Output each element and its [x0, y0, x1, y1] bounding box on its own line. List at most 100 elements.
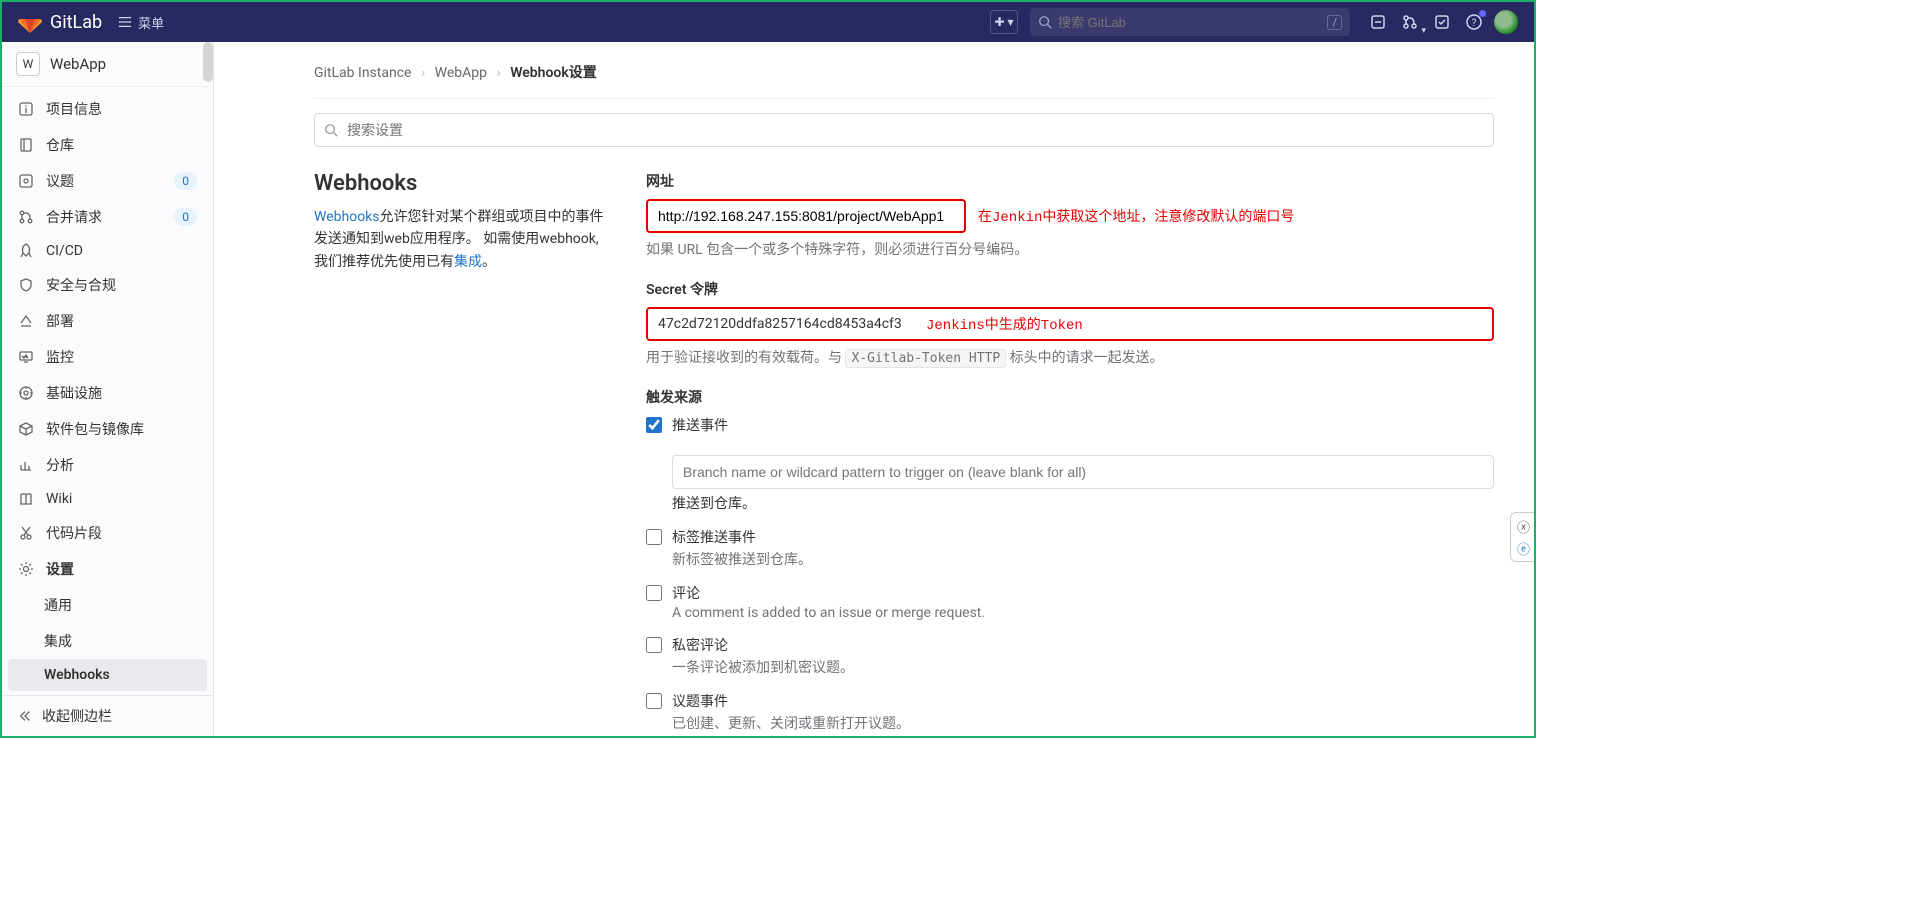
- wiki-icon: [18, 491, 34, 507]
- help-icon[interactable]: ?: [1458, 6, 1490, 38]
- sidebar-item-infra[interactable]: 基础设施: [2, 375, 213, 411]
- breadcrumb-item[interactable]: WebApp: [435, 65, 487, 81]
- chevron-down-icon: ▾: [1008, 15, 1014, 29]
- sidebar-item-package[interactable]: 软件包与镜像库: [2, 411, 213, 447]
- project-header[interactable]: W WebApp: [2, 42, 213, 87]
- merge-shortcut-icon[interactable]: ▾: [1394, 6, 1426, 38]
- breadcrumb-item[interactable]: GitLab Instance: [314, 65, 411, 81]
- trigger-checkbox[interactable]: [646, 529, 662, 545]
- trigger-checkbox[interactable]: [646, 417, 662, 433]
- snippets-icon: [18, 525, 34, 541]
- sidebar-subitem[interactable]: 通用: [2, 587, 213, 623]
- sidebar-item-label: 部署: [46, 311, 74, 331]
- trigger-checkbox[interactable]: [646, 637, 662, 653]
- sidebar-item-shield[interactable]: 安全与合规: [2, 267, 213, 303]
- trigger-desc: A comment is added to an issue or merge …: [672, 605, 985, 621]
- floating-widget[interactable]: ⓧ ⓔ: [1510, 512, 1534, 562]
- topbar: GitLab 菜单 ✚▾ / ▾ ?: [2, 2, 1534, 42]
- sidebar-item-label: 代码片段: [46, 523, 102, 543]
- merge-icon: [18, 209, 34, 225]
- deploy-icon: [18, 313, 34, 329]
- url-label: 网址: [646, 171, 1494, 191]
- trigger-label: 议题事件: [672, 691, 910, 711]
- trigger-desc: 新标签被推送到仓库。: [672, 549, 812, 569]
- url-help: 如果 URL 包含一个或多个特殊字符，则必须进行百分号编码。: [646, 239, 1494, 259]
- search-settings-input[interactable]: [314, 113, 1494, 147]
- rocket-icon: [18, 243, 34, 259]
- trigger-label: 触发来源: [646, 387, 1494, 407]
- todos-icon[interactable]: [1426, 6, 1458, 38]
- menu-button[interactable]: 菜单: [118, 13, 164, 32]
- plus-icon: ✚: [994, 15, 1004, 29]
- section-title: Webhooks: [314, 171, 614, 196]
- analytics-icon: [18, 457, 34, 473]
- issues-shortcut-icon[interactable]: [1362, 6, 1394, 38]
- project-avatar: W: [16, 52, 40, 76]
- sidebar-item-label: CI/CD: [46, 243, 83, 259]
- sidebar-item-label: 仓库: [46, 135, 74, 155]
- global-search[interactable]: /: [1030, 8, 1350, 36]
- section-description: Webhooks允许您针对某个群组或项目中的事件发送通知到web应用程序。 如需…: [314, 206, 614, 273]
- sidebar-item-monitor[interactable]: 监控: [2, 339, 213, 375]
- sidebar-item-repo[interactable]: 仓库: [2, 127, 213, 163]
- sidebar-item-label: 议题: [46, 171, 74, 191]
- sidebar-subitem[interactable]: Webhooks: [8, 659, 207, 691]
- sidebar-item-issues[interactable]: 议题0: [2, 163, 213, 199]
- search-icon: [1038, 15, 1052, 29]
- trigger-row: 议题事件已创建、更新、关闭或重新打开议题。: [646, 691, 1494, 733]
- user-avatar[interactable]: [1494, 10, 1518, 34]
- secret-label: Secret 令牌: [646, 279, 1494, 299]
- sidebar-item-snippets[interactable]: 代码片段: [2, 515, 213, 551]
- trigger-checkbox[interactable]: [646, 693, 662, 709]
- package-icon: [18, 421, 34, 437]
- breadcrumb-current: Webhook设置: [510, 65, 597, 81]
- collapse-sidebar-button[interactable]: 收起侧边栏: [2, 695, 213, 736]
- issues-icon: [18, 173, 34, 189]
- trigger-desc: 已创建、更新、关闭或重新打开议题。: [672, 713, 910, 733]
- trigger-row: 评论A comment is added to an issue or merg…: [646, 583, 1494, 621]
- gitlab-logo[interactable]: GitLab: [18, 10, 102, 34]
- sidebar-item-deploy[interactable]: 部署: [2, 303, 213, 339]
- url-annotation: 在Jenkin中获取这个地址，注意修改默认的端口号: [978, 206, 1294, 226]
- trigger-desc: 一条评论被添加到机密议题。: [672, 657, 854, 677]
- sidebar-item-label: 监控: [46, 347, 74, 367]
- trigger-checkbox[interactable]: [646, 585, 662, 601]
- shield-icon: [18, 277, 34, 293]
- monitor-icon: [18, 349, 34, 365]
- trigger-label: 私密评论: [672, 635, 854, 655]
- trigger-row: 标签推送事件新标签被推送到仓库。: [646, 527, 1494, 569]
- sidebar-item-label: 安全与合规: [46, 275, 116, 295]
- count-badge: 0: [174, 208, 197, 226]
- secret-value: 47c2d72120ddfa8257164cd8453a4cf3: [658, 316, 902, 332]
- tanuki-icon: [18, 10, 42, 34]
- svg-text:?: ?: [1472, 18, 1477, 29]
- sidebar-subitem[interactable]: 集成: [2, 623, 213, 659]
- webhooks-link[interactable]: Webhooks: [314, 209, 380, 225]
- sidebar-item-info[interactable]: 项目信息: [2, 91, 213, 127]
- project-name: WebApp: [50, 55, 106, 73]
- sidebar-item-merge[interactable]: 合并请求 0: [2, 199, 213, 235]
- trigger-row: 推送事件: [646, 415, 1494, 435]
- scrollbar[interactable]: [203, 42, 213, 82]
- new-button[interactable]: ✚▾: [990, 10, 1018, 34]
- sidebar-item-settings[interactable]: 设置: [2, 551, 213, 587]
- info-icon: [18, 101, 34, 117]
- sidebar-item-wiki[interactable]: Wiki: [2, 483, 213, 515]
- integrations-link[interactable]: 集成: [454, 254, 482, 270]
- trigger-row: 私密评论一条评论被添加到机密议题。: [646, 635, 1494, 677]
- settings-icon: [18, 561, 34, 577]
- sidebar-item-label: 基础设施: [46, 383, 102, 403]
- sidebar-item-analytics[interactable]: 分析: [2, 447, 213, 483]
- repo-icon: [18, 137, 34, 153]
- search-shortcut: /: [1327, 15, 1342, 30]
- url-input[interactable]: [646, 199, 966, 233]
- sidebar-item-label: 软件包与镜像库: [46, 419, 144, 439]
- trigger-label: 推送事件: [672, 415, 728, 435]
- sidebar-item-label: Wiki: [46, 491, 72, 507]
- search-input[interactable]: [1058, 15, 1321, 30]
- branch-pattern-input[interactable]: [672, 455, 1494, 489]
- sidebar-item-label: 合并请求: [46, 207, 102, 227]
- sidebar-item-rocket[interactable]: CI/CD: [2, 235, 213, 267]
- breadcrumb: GitLab Instance › WebApp › Webhook设置: [314, 58, 1494, 98]
- close-x-icon: ⓧ: [1517, 517, 1530, 536]
